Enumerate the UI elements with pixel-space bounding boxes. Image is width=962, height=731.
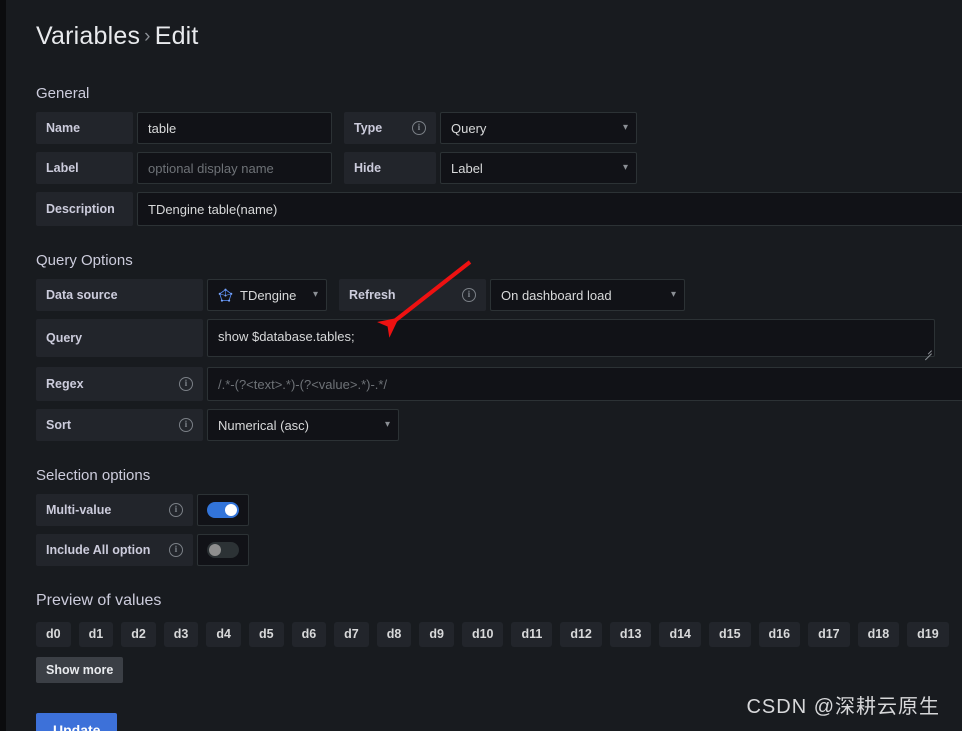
- preview-value-chip: d9: [419, 622, 454, 647]
- chevron-down-icon: ▾: [384, 419, 390, 430]
- preview-value-chip: d19: [907, 622, 949, 647]
- preview-value-chip: d13: [609, 622, 652, 647]
- preview-value-chip: d0: [36, 622, 71, 647]
- preview-value-chip: d10: [461, 622, 504, 647]
- datasource-select-value: TDengine: [240, 287, 297, 303]
- toggle-switch-on[interactable]: [207, 502, 239, 518]
- hide-select-value: Label: [451, 160, 483, 176]
- multi-value-field-label: Multi-value i: [36, 494, 193, 526]
- preview-values-list: d0 d1 d2 d3 d4 d5 d6 d7 d8 d9 d10 d11 d12 d13 d14 d15 d1…: [36, 622, 962, 647]
- query-options-section-title: Query Options: [36, 252, 133, 269]
- include-all-toggle[interactable]: [197, 534, 249, 566]
- preview-value-chip: d1: [78, 622, 114, 647]
- row-multi-value: Multi-value i: [36, 494, 962, 526]
- query-textarea[interactable]: [207, 319, 935, 357]
- info-icon[interactable]: i: [169, 503, 183, 517]
- row-sort: Sort i Numerical (asc) ▾: [36, 409, 962, 441]
- preview-value-chip: d3: [163, 622, 199, 647]
- regex-input[interactable]: /.*-(?<text>.*)-(?<value>.*)-.*/: [207, 367, 962, 401]
- preview-value-chip: d7: [334, 622, 369, 647]
- breadcrumb-edit: Edit: [154, 22, 199, 50]
- preview-value-chip: d12: [560, 622, 602, 647]
- name-input[interactable]: table: [137, 112, 332, 144]
- row-regex: Regex i /.*-(?<text>.*)-(?<value>.*)-.*/: [36, 367, 962, 401]
- row-query: Query: [36, 319, 962, 361]
- description-input[interactable]: TDengine table(name): [137, 192, 962, 226]
- regex-field-label: Regex i: [36, 367, 203, 401]
- label-field-label: Label: [36, 152, 133, 184]
- info-icon[interactable]: i: [179, 418, 193, 432]
- gap: [332, 112, 344, 144]
- hide-select[interactable]: Label ▾: [440, 152, 637, 184]
- gap: [332, 152, 344, 184]
- show-more-button[interactable]: Show more: [36, 657, 124, 683]
- datasource-select[interactable]: TDengine ▾: [207, 279, 327, 311]
- chevron-down-icon: ▾: [670, 289, 676, 300]
- preview-value-chip: d4: [206, 622, 241, 647]
- editor-content: Variables › Edit General Name table Type i…: [6, 0, 962, 731]
- general-section-title: General: [36, 85, 90, 102]
- page-title: Variables › Edit: [36, 22, 962, 51]
- label-input[interactable]: optional display name: [137, 152, 332, 184]
- breadcrumb-separator-icon: ›: [144, 26, 151, 47]
- preview-section-title: Preview of values: [36, 592, 162, 609]
- row-name-type: Name table Type i Query ▾: [36, 112, 962, 144]
- info-icon[interactable]: i: [412, 121, 426, 135]
- include-all-field-label: Include All option i: [36, 534, 193, 566]
- preview-value-chip: d6: [291, 622, 327, 647]
- watermark: CSDN @深耕云原生: [746, 696, 940, 718]
- multi-value-toggle[interactable]: [197, 494, 249, 526]
- preview-value-chip: d8: [376, 622, 412, 647]
- sort-field-label: Sort i: [36, 409, 203, 441]
- preview-value-chip: d11: [511, 622, 553, 647]
- row-include-all: Include All option i: [36, 534, 962, 566]
- preview-value-chip: d14: [659, 622, 701, 647]
- row-description: Description TDengine table(name): [36, 192, 962, 226]
- preview-value-chip: d16: [758, 622, 801, 647]
- query-textarea-wrap: [207, 319, 935, 361]
- datasource-field-label: Data source: [36, 279, 203, 311]
- variable-editor-page: Variables › Edit General Name table Type i…: [6, 0, 962, 731]
- tdengine-icon: [218, 288, 233, 302]
- update-button[interactable]: Update: [36, 713, 118, 731]
- toggle-knob: [225, 504, 237, 516]
- chevron-down-icon: ▾: [622, 122, 628, 133]
- sort-select[interactable]: Numerical (asc) ▾: [207, 409, 399, 441]
- gap: [327, 279, 339, 311]
- preview-value-chip: d2: [121, 622, 156, 647]
- preview-value-chip: d17: [808, 622, 850, 647]
- refresh-field-label: Refresh i: [339, 279, 486, 311]
- query-field-label: Query: [36, 319, 203, 357]
- toggle-knob: [209, 544, 221, 556]
- row-label-hide: Label optional display name Hide Label ▾: [36, 152, 962, 184]
- selection-options-section-title: Selection options: [36, 467, 151, 484]
- hide-field-label: Hide: [344, 152, 436, 184]
- selection-options-section: Selection options Multi-value i Include …: [36, 467, 962, 566]
- toggle-switch-off[interactable]: [207, 542, 239, 558]
- chevron-down-icon: ▾: [312, 289, 318, 300]
- preview-value-chip: d5: [248, 622, 284, 647]
- type-field-label: Type i: [344, 112, 436, 144]
- type-select-value: Query: [451, 120, 487, 136]
- refresh-select-value: On dashboard load: [501, 287, 612, 303]
- name-field-label: Name: [36, 112, 133, 144]
- preview-section: Preview of values d0 d1 d2 d3 d4 d5 d6 d7 d8 d9 d1…: [36, 592, 962, 683]
- breadcrumb-variables[interactable]: Variables: [36, 22, 140, 50]
- info-icon[interactable]: i: [169, 543, 183, 557]
- preview-value-chip: d18: [857, 622, 900, 647]
- general-section: General Name table Type i Query ▾ Label …: [36, 85, 962, 226]
- query-options-section: Query Options Data source TDengine ▾ Ref…: [36, 252, 962, 441]
- preview-value-chip: d15: [708, 622, 751, 647]
- row-datasource-refresh: Data source TDengine ▾ Refresh i On dash…: [36, 279, 962, 311]
- info-icon[interactable]: i: [179, 377, 193, 391]
- chevron-down-icon: ▾: [622, 162, 628, 173]
- refresh-select[interactable]: On dashboard load ▾: [490, 279, 685, 311]
- description-field-label: Description: [36, 192, 133, 226]
- type-select[interactable]: Query ▾: [440, 112, 637, 144]
- sort-select-value: Numerical (asc): [218, 417, 310, 433]
- info-icon[interactable]: i: [462, 288, 476, 302]
